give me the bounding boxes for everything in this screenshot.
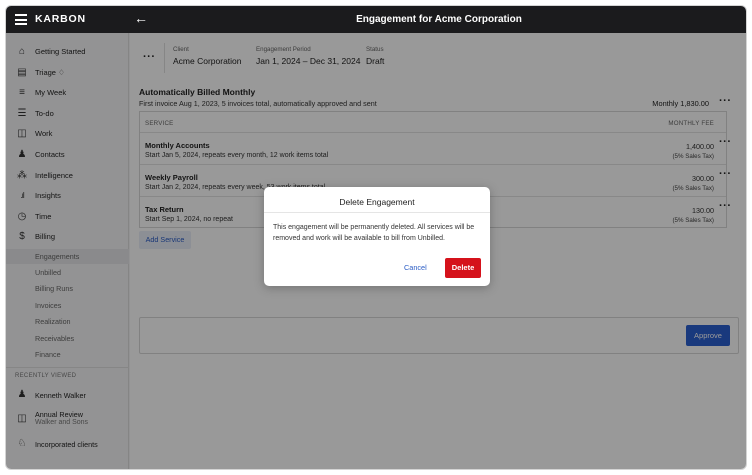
cancel-button[interactable]: Cancel bbox=[404, 263, 427, 272]
dialog-message: This engagement will be permanently dele… bbox=[273, 224, 475, 242]
app-window: KARBON ← Engagement for Acme Corporation… bbox=[5, 5, 747, 470]
dialog-divider bbox=[264, 212, 490, 213]
back-arrow-icon[interactable]: ← bbox=[134, 10, 148, 26]
delete-button[interactable]: Delete bbox=[445, 258, 481, 278]
dialog-title: Delete Engagement bbox=[339, 197, 415, 207]
delete-engagement-dialog: Delete Engagement This engagement will b… bbox=[264, 187, 490, 286]
brand-logo[interactable]: KARBON bbox=[35, 13, 86, 25]
top-bar: KARBON ← Engagement for Acme Corporation bbox=[6, 6, 746, 33]
page-title: Engagement for Acme Corporation bbox=[356, 14, 522, 25]
menu-icon[interactable] bbox=[15, 14, 27, 25]
